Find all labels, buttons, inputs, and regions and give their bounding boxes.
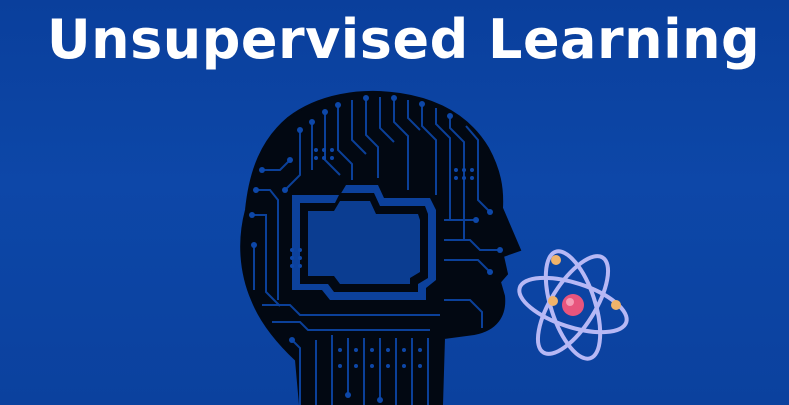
circuit-head-icon bbox=[240, 91, 522, 405]
illustration bbox=[240, 91, 629, 405]
atom-icon bbox=[517, 249, 629, 361]
